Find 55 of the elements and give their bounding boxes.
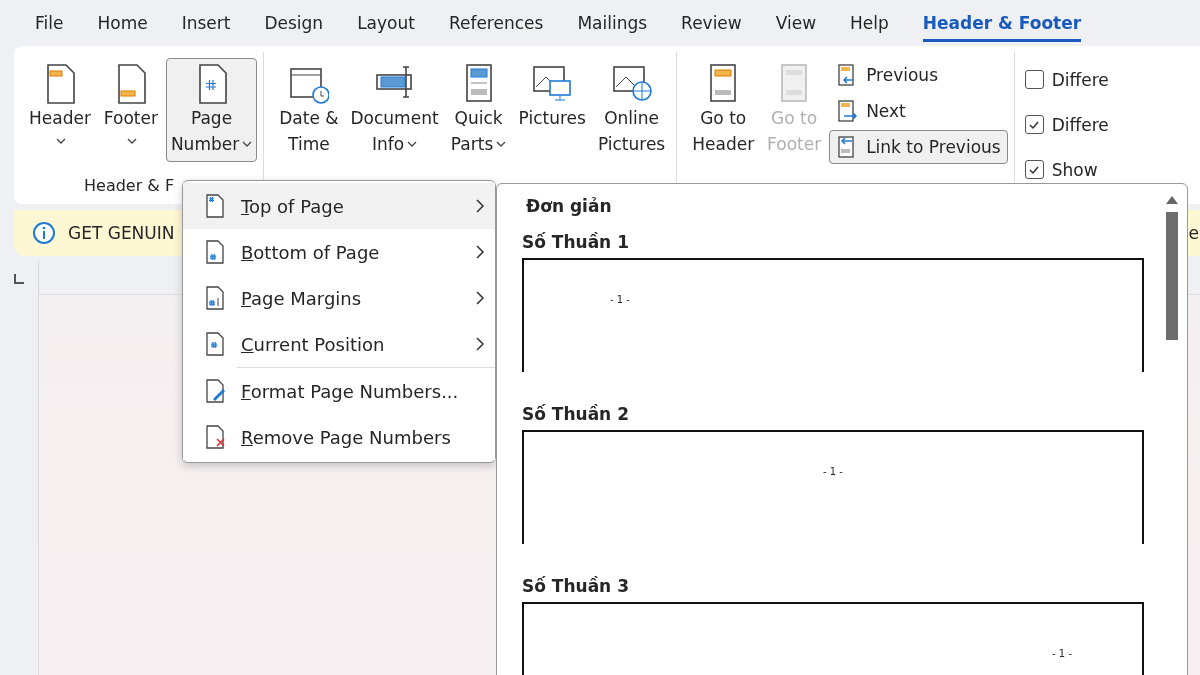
- menu-tab[interactable]: Mailings: [560, 0, 665, 46]
- menu-item[interactable]: Format Page Numbers...: [183, 368, 495, 414]
- ribbon-button[interactable]: Quick Parts: [445, 58, 512, 162]
- ribbon-button[interactable]: Previous: [829, 58, 1008, 92]
- page-remove-icon: [205, 425, 227, 449]
- menu-item[interactable]: Remove Page Numbers: [183, 414, 495, 460]
- notice-text: e: [1188, 223, 1200, 243]
- gallery-category: Đơn giản: [525, 196, 613, 218]
- gallery-item-title: Số Thuần 3: [522, 575, 630, 598]
- ribbon-button[interactable]: Footer: [97, 58, 164, 156]
- ribbon-button[interactable]: Page Number: [165, 58, 258, 162]
- chevron-right-icon: [475, 290, 485, 306]
- menu-tab[interactable]: Header & Footer: [905, 0, 1099, 46]
- page-number-text: - 1 -: [1052, 648, 1072, 660]
- ribbon-button[interactable]: Date & Time: [274, 58, 344, 162]
- ribbon-button[interactable]: Document Info: [345, 58, 444, 162]
- menu-tab[interactable]: Insert: [164, 0, 248, 46]
- menu-item[interactable]: Bottom of Page: [183, 229, 495, 275]
- menu-tab[interactable]: Help: [833, 0, 906, 46]
- menu-item[interactable]: Current Position: [183, 321, 495, 367]
- page-preview[interactable]: - 1 -: [522, 602, 1144, 675]
- page-preview[interactable]: - 1 -: [522, 430, 1144, 544]
- tab-stop-icon: [14, 274, 24, 284]
- menu-tab[interactable]: View: [758, 0, 834, 46]
- chevron-right-icon: [475, 198, 485, 214]
- checkbox-label: Differe: [1051, 69, 1109, 90]
- menu-tab[interactable]: Layout: [340, 0, 432, 46]
- checkbox[interactable]: [1024, 70, 1044, 89]
- info-icon: [32, 221, 56, 245]
- page-number-text: - 1 -: [823, 466, 843, 478]
- checkbox-label: Differe: [1051, 114, 1109, 135]
- page-number-text: - 1 -: [610, 294, 630, 306]
- menu-tab[interactable]: Home: [80, 0, 165, 46]
- gallery-item-title: Số Thuần 1: [522, 231, 630, 254]
- notice-text: GET GENUIN: [68, 223, 175, 243]
- chevron-right-icon: [475, 244, 485, 260]
- menu-item[interactable]: Page Margins: [183, 275, 495, 321]
- gallery-item-title: Số Thuần 2: [522, 403, 630, 426]
- menu-tab[interactable]: Design: [247, 0, 341, 46]
- checkbox-label: Show: [1051, 159, 1098, 180]
- menu-tab[interactable]: File: [18, 0, 81, 46]
- ribbon-button[interactable]: Go to Header: [687, 58, 760, 162]
- ribbon-button[interactable]: Next: [829, 94, 1008, 128]
- ribbon-button[interactable]: Link to Previous: [829, 130, 1008, 164]
- menu-item[interactable]: Top of Page: [183, 183, 495, 229]
- ribbon-button[interactable]: Online Pictures: [592, 58, 671, 162]
- checkbox[interactable]: [1024, 160, 1044, 179]
- checkbox[interactable]: [1024, 115, 1044, 134]
- group-label: Header & F: [83, 176, 175, 197]
- chevron-right-icon: [475, 336, 485, 352]
- ribbon-button[interactable]: Pictures: [513, 58, 591, 136]
- menu-tab[interactable]: References: [431, 0, 561, 46]
- page-preview[interactable]: - 1 -: [522, 258, 1144, 372]
- ribbon-button[interactable]: Header: [24, 58, 96, 156]
- menu-tab[interactable]: Review: [664, 0, 759, 46]
